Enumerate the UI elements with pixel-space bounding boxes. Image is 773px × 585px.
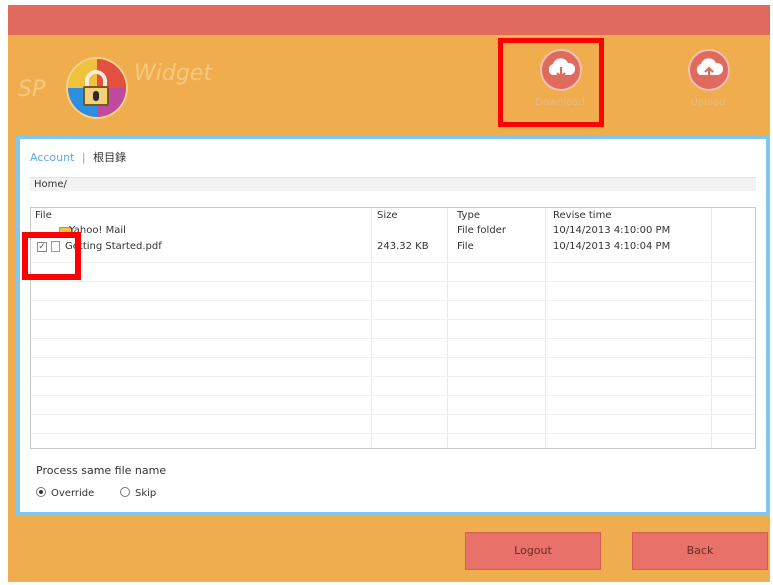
checkbox-highlight-box [22, 232, 81, 280]
back-button[interactable]: Back [632, 532, 768, 570]
skip-radio[interactable] [120, 487, 130, 497]
skip-label: Skip [135, 488, 157, 499]
breadcrumb: Account | 根目錄 [30, 149, 126, 165]
file-table: File Size Type Revise time Yahoo! Mail F… [30, 207, 756, 449]
path-bar: Home/ [30, 177, 756, 191]
breadcrumb-account-link[interactable]: Account [30, 151, 74, 164]
upload-label: Upload [690, 97, 726, 108]
download-highlight-box [498, 38, 604, 127]
file-size: 243.32 KB [377, 241, 429, 252]
column-header-revise-time[interactable]: Revise time [553, 210, 611, 221]
file-type: File folder [457, 225, 506, 236]
upload-button[interactable]: Upload [666, 45, 750, 119]
breadcrumb-current: 根目錄 [93, 151, 127, 164]
process-same-file-name-label: Process same file name [36, 464, 167, 477]
override-option[interactable]: Override [36, 487, 94, 499]
logo-text-left: SP [18, 77, 46, 102]
column-header-size[interactable]: Size [377, 210, 398, 221]
file-revise-time: 10/14/2013 4:10:04 PM [553, 241, 671, 252]
logo-text-right: Widget [134, 61, 212, 86]
breadcrumb-separator: | [81, 151, 86, 164]
override-radio[interactable] [36, 487, 46, 497]
override-label: Override [51, 488, 95, 499]
column-header-file[interactable]: File [35, 210, 52, 221]
file-type: File [457, 241, 474, 252]
column-header-type[interactable]: Type [457, 210, 480, 221]
lock-logo-icon [68, 59, 126, 117]
file-browser-panel: Account | 根目錄 Home/ File Size Type Revis… [16, 135, 770, 516]
app-window: SP Widget Download Upload Account | 根目錄 … [8, 5, 770, 582]
skip-option[interactable]: Skip [120, 487, 156, 499]
file-revise-time: 10/14/2013 4:10:00 PM [553, 225, 671, 236]
app-logo: SP Widget [14, 53, 234, 123]
logout-button[interactable]: Logout [465, 532, 601, 570]
title-bar [8, 5, 770, 35]
cloud-upload-icon [688, 49, 730, 91]
